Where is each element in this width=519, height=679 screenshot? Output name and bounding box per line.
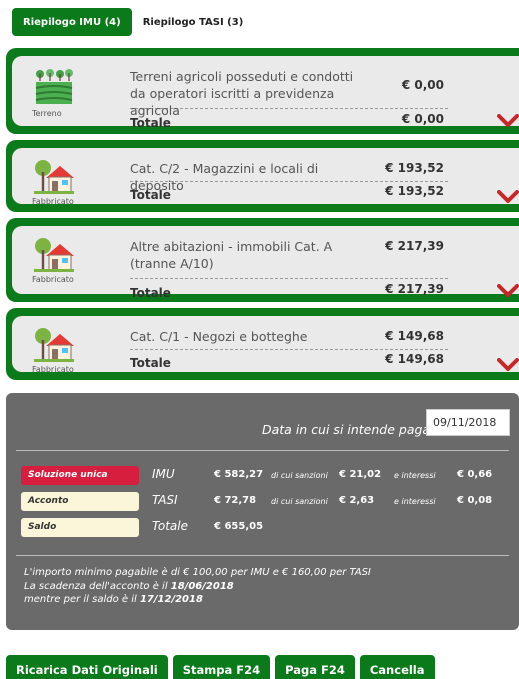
card-body: Terreno Terreni agricoli posseduti e con… bbox=[12, 56, 519, 130]
payment-summary-panel: Data in cui si intende pagare Soluzione … bbox=[6, 393, 519, 630]
imu-label: IMU bbox=[152, 467, 175, 481]
card-total-row: Totale € 149,68 bbox=[130, 352, 448, 370]
cancel-button[interactable]: Cancella bbox=[359, 655, 435, 679]
chevron-down-icon[interactable] bbox=[497, 358, 519, 372]
card-icon-label: Fabbricato bbox=[32, 275, 74, 284]
action-buttons: Ricarica Dati Originali Stampa F24 Paga … bbox=[6, 655, 435, 679]
note-acconto-text: La scadenza dell'acconto è il bbox=[24, 580, 171, 592]
note-acconto-date: 18/06/2018 bbox=[170, 580, 234, 592]
tax-item-card: Fabbricato Cat. C/1 - Negozi e botteghe … bbox=[6, 308, 519, 380]
imu-amount: € 582,27 bbox=[214, 469, 264, 480]
card-description: Altre abitazioni - immobili Cat. A (tran… bbox=[130, 239, 333, 271]
card-total-row: Totale € 217,39 bbox=[130, 282, 448, 300]
card-amount: € 193,52 bbox=[385, 161, 444, 175]
print-f24-button[interactable]: Stampa F24 bbox=[172, 655, 271, 679]
card-total-label: Totale bbox=[130, 286, 171, 300]
tasi-sanzioni: € 2,63 bbox=[339, 495, 375, 506]
house-tree-icon: Fabbricato bbox=[28, 326, 80, 374]
option-soluzione-unica[interactable]: Soluzione unica bbox=[21, 466, 139, 485]
divider bbox=[16, 450, 509, 451]
tasi-label: TASI bbox=[152, 493, 178, 507]
total-label: Totale bbox=[152, 519, 188, 533]
note-saldo-date: 17/12/2018 bbox=[139, 594, 203, 605]
divider bbox=[16, 555, 509, 556]
note-saldo-deadline: mentre per il saldo è il 17/12/2018 bbox=[24, 593, 371, 607]
note-acconto-deadline: La scadenza dell'acconto è il 18/06/2018 bbox=[24, 580, 371, 594]
imu-sanzioni-label: di cui sanzioni bbox=[271, 471, 328, 480]
payment-date-label: Data in cui si intende pagare bbox=[262, 422, 443, 437]
tasi-interessi-label: e interessi bbox=[394, 497, 436, 506]
tax-item-card: Terreno Terreni agricoli posseduti e con… bbox=[6, 48, 519, 134]
imu-interessi-label: e interessi bbox=[394, 471, 436, 480]
tasi-sanzioni-label: di cui sanzioni bbox=[271, 497, 328, 506]
card-total-label: Totale bbox=[130, 356, 171, 370]
house-tree-icon: Fabbricato bbox=[28, 158, 80, 206]
house-tree-icon: Fabbricato bbox=[28, 236, 80, 284]
card-amount: € 149,68 bbox=[385, 329, 444, 343]
note-saldo-text: mentre per il saldo è il bbox=[24, 594, 140, 605]
card-amount: € 0,00 bbox=[401, 78, 444, 92]
card-body: Fabbricato Cat. C/2 - Magazzini e locali… bbox=[12, 148, 519, 206]
card-icon-label: Terreno bbox=[32, 109, 62, 118]
card-icon-label: Fabbricato bbox=[32, 197, 74, 206]
card-total-amount: € 149,68 bbox=[385, 352, 444, 366]
card-total-label: Totale bbox=[130, 116, 171, 130]
chevron-down-icon[interactable] bbox=[497, 190, 519, 204]
card-icon-label: Fabbricato bbox=[32, 365, 74, 374]
payment-notes: L'importo minimo pagabile è di € 100,00 … bbox=[24, 566, 371, 607]
card-total-row: Totale € 0,00 bbox=[130, 112, 448, 130]
card-total-row: Totale € 193,52 bbox=[130, 184, 448, 202]
farm-field-icon: Terreno bbox=[28, 66, 80, 118]
imu-sanzioni: € 21,02 bbox=[339, 469, 382, 480]
card-body: Fabbricato Altre abitazioni - immobili C… bbox=[12, 226, 519, 300]
chevron-down-icon[interactable] bbox=[497, 284, 519, 298]
card-total-amount: € 0,00 bbox=[401, 112, 444, 126]
tab-riepilogo-imu[interactable]: Riepilogo IMU (4) bbox=[12, 8, 132, 36]
tasi-interessi: € 0,08 bbox=[457, 495, 493, 506]
tax-item-card: Fabbricato Altre abitazioni - immobili C… bbox=[6, 218, 519, 302]
card-total-amount: € 217,39 bbox=[385, 282, 444, 296]
total-amount: € 655,05 bbox=[214, 521, 264, 532]
card-description-row: Altre abitazioni - immobili Cat. A (tran… bbox=[130, 238, 448, 279]
tab-bar: Riepilogo IMU (4) Riepilogo TASI (3) bbox=[12, 8, 254, 36]
pay-f24-button[interactable]: Paga F24 bbox=[275, 655, 355, 679]
note-minimum-amount: L'importo minimo pagabile è di € 100,00 … bbox=[24, 567, 371, 578]
card-total-amount: € 193,52 bbox=[385, 184, 444, 198]
card-total-label: Totale bbox=[130, 188, 171, 202]
option-saldo[interactable]: Saldo bbox=[21, 518, 139, 537]
payment-date-input[interactable] bbox=[426, 409, 510, 436]
tasi-amount: € 72,78 bbox=[214, 495, 257, 506]
option-acconto[interactable]: Acconto bbox=[21, 492, 139, 511]
reload-original-data-button[interactable]: Ricarica Dati Originali bbox=[6, 655, 168, 679]
card-description-row: Cat. C/2 - Magazzini e locali di deposit… bbox=[130, 160, 448, 193]
card-amount: € 217,39 bbox=[385, 239, 444, 253]
tax-item-card: Fabbricato Cat. C/2 - Magazzini e locali… bbox=[6, 140, 519, 212]
card-body: Fabbricato Cat. C/1 - Negozi e botteghe … bbox=[12, 316, 519, 374]
imu-interessi: € 0,66 bbox=[457, 469, 493, 480]
tab-riepilogo-tasi[interactable]: Riepilogo TASI (3) bbox=[132, 8, 255, 36]
card-description-row: Terreni agricoli posseduti e condotti da… bbox=[130, 68, 448, 118]
card-description-row: Cat. C/1 - Negozi e botteghe € 149,68 bbox=[130, 328, 448, 350]
card-description: Cat. C/1 - Negozi e botteghe bbox=[130, 329, 308, 344]
chevron-down-icon[interactable] bbox=[497, 114, 519, 128]
